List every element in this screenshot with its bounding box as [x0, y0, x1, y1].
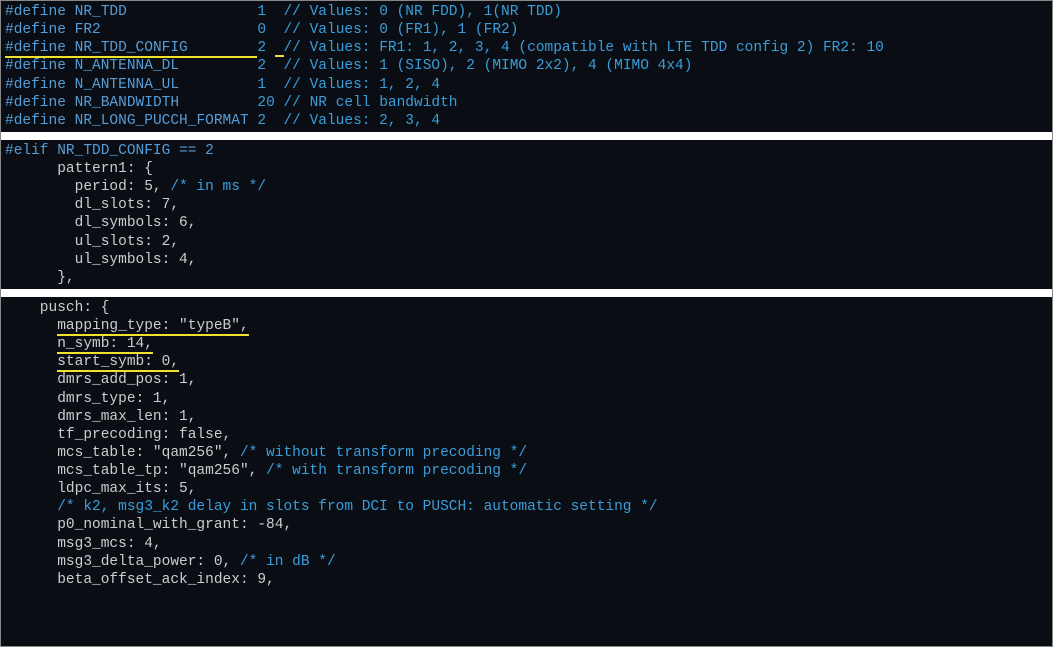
pusch-msg3-delta: msg3_delta_power: 0, /* in dB */	[5, 553, 1048, 571]
define-nr-bandwidth: #define NR_BANDWIDTH 20 // NR cell bandw…	[5, 94, 1048, 112]
pusch-msg3-mcs: msg3_mcs: 4,	[5, 535, 1048, 553]
define-n-antenna-dl: #define N_ANTENNA_DL 2 // Values: 1 (SIS…	[5, 57, 1048, 75]
pattern1-block: #elif NR_TDD_CONFIG == 2 pattern1: { per…	[1, 140, 1052, 289]
pusch-n-symb: n_symb: 14,	[5, 335, 1048, 353]
pattern1-ul-slots: ul_slots: 2,	[5, 233, 1048, 251]
define-nr-tdd: #define NR_TDD 1 // Values: 0 (NR FDD), …	[5, 3, 1048, 21]
pusch-dmrs-add-pos: dmrs_add_pos: 1,	[5, 371, 1048, 389]
pattern1-ul-symbols: ul_symbols: 4,	[5, 251, 1048, 269]
define-n-antenna-ul: #define N_ANTENNA_UL 1 // Values: 1, 2, …	[5, 76, 1048, 94]
pusch-beta-offset: beta_offset_ack_index: 9,	[5, 571, 1048, 589]
pusch-block: pusch: { mapping_type: "typeB", n_symb: …	[1, 297, 1052, 591]
define-nr-long-pucch: #define NR_LONG_PUCCH_FORMAT 2 // Values…	[5, 112, 1048, 130]
pattern1-dl-symbols: dl_symbols: 6,	[5, 214, 1048, 232]
pusch-ldpc-max-its: ldpc_max_its: 5,	[5, 480, 1048, 498]
pusch-mapping-type: mapping_type: "typeB",	[5, 317, 1048, 335]
pusch-tf-precoding: tf_precoding: false,	[5, 426, 1048, 444]
define-fr2: #define FR2 0 // Values: 0 (FR1), 1 (FR2…	[5, 21, 1048, 39]
pusch-open: pusch: {	[5, 299, 1048, 317]
pusch-dmrs-type: dmrs_type: 1,	[5, 390, 1048, 408]
elif-line: #elif NR_TDD_CONFIG == 2	[5, 142, 1048, 160]
pusch-mcs-table-tp: mcs_table_tp: "qam256", /* with transfor…	[5, 462, 1048, 480]
separator-2	[1, 289, 1052, 297]
pusch-mcs-table: mcs_table: "qam256", /* without transfor…	[5, 444, 1048, 462]
pusch-k2-comment: /* k2, msg3_k2 delay in slots from DCI t…	[5, 498, 1048, 516]
pusch-p0-nominal: p0_nominal_with_grant: -84,	[5, 516, 1048, 534]
define-nr-tdd-config: #define NR_TDD_CONFIG 2 // Values: FR1: …	[5, 39, 1048, 57]
pattern1-open: pattern1: {	[5, 160, 1048, 178]
pusch-start-symb: start_symb: 0,	[5, 353, 1048, 371]
pattern1-close: },	[5, 269, 1048, 287]
pattern1-dl-slots: dl_slots: 7,	[5, 196, 1048, 214]
separator-1	[1, 132, 1052, 140]
pusch-dmrs-max-len: dmrs_max_len: 1,	[5, 408, 1048, 426]
pattern1-period: period: 5, /* in ms */	[5, 178, 1048, 196]
defines-block: #define NR_TDD 1 // Values: 0 (NR FDD), …	[1, 1, 1052, 132]
